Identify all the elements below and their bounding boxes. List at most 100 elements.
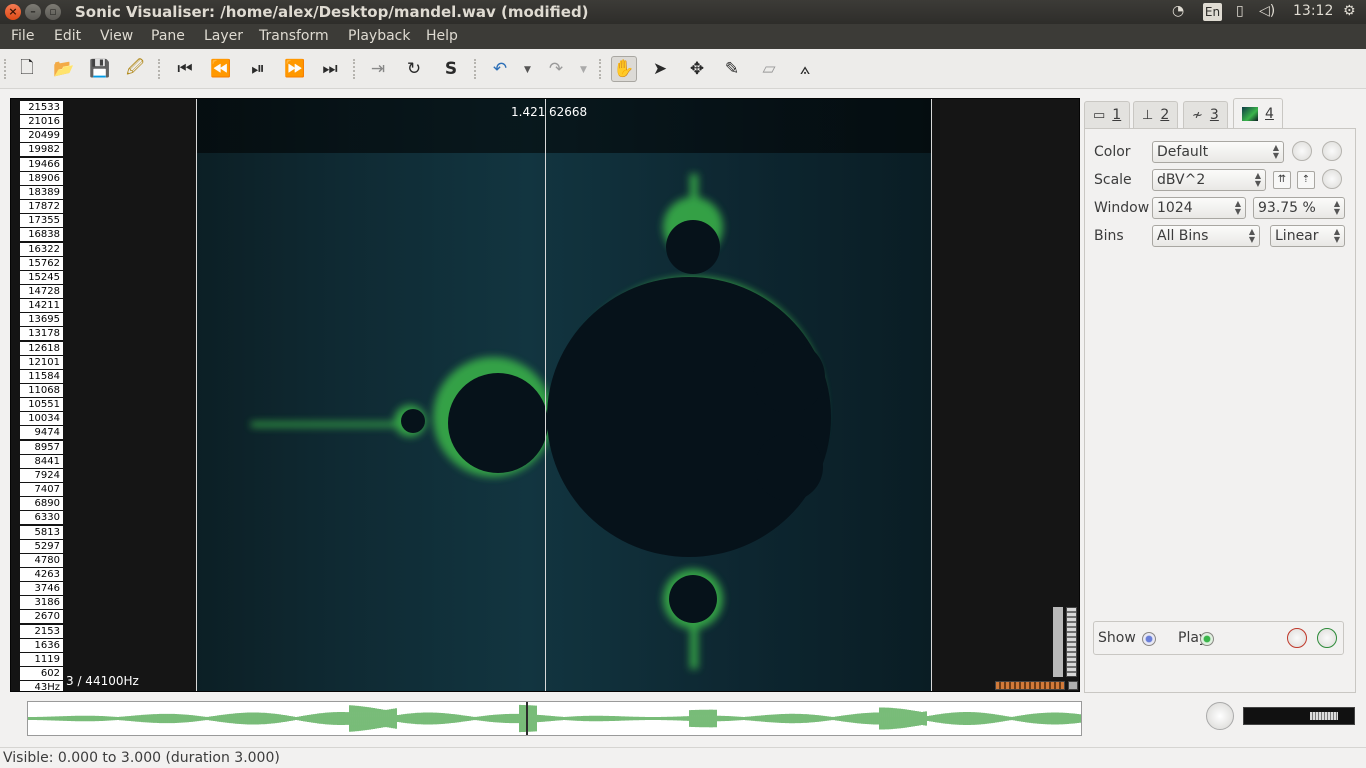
color-rotation-knob[interactable] bbox=[1292, 141, 1312, 161]
window-label: Window bbox=[1094, 200, 1150, 216]
frequency-scale-label: 43Hz bbox=[20, 681, 63, 691]
menu-layer[interactable]: Layer bbox=[204, 28, 243, 44]
pane-left-border bbox=[196, 99, 197, 691]
window-size-select[interactable]: 1024 ▲ ▼ bbox=[1152, 197, 1246, 219]
draw-tool-icon[interactable]: ✎ bbox=[719, 56, 745, 82]
navigate-tool-icon[interactable]: ✋ bbox=[611, 56, 637, 82]
erase-tool-icon[interactable]: ▱ bbox=[756, 56, 782, 82]
maximize-window-icon[interactable]: ▫ bbox=[45, 4, 61, 20]
frequency-scale-label: 2670 bbox=[20, 610, 63, 623]
frequency-scale-label: 16322 bbox=[20, 243, 63, 256]
toolbar-grip[interactable] bbox=[599, 59, 603, 79]
menu-edit[interactable]: Edit bbox=[54, 28, 81, 44]
menu-file[interactable]: File bbox=[11, 28, 34, 44]
gain-knob[interactable] bbox=[1322, 169, 1342, 189]
measure-tool-icon[interactable]: ⟑ bbox=[792, 56, 818, 82]
vertical-zoom-thumb[interactable] bbox=[1053, 607, 1063, 677]
play-pause-icon[interactable]: ⏯ bbox=[245, 56, 271, 82]
fast-forward-icon[interactable]: ⏩ bbox=[282, 56, 308, 82]
fast-forward-end-icon[interactable]: ⏭ bbox=[317, 56, 343, 82]
spectrogram-image[interactable] bbox=[196, 99, 932, 691]
constrain-playback-icon[interactable]: ⇥ bbox=[365, 56, 391, 82]
overview-waveform[interactable] bbox=[27, 701, 1082, 736]
menu-help[interactable]: Help bbox=[426, 28, 458, 44]
playback-pan-knob[interactable] bbox=[1317, 628, 1337, 648]
wifi-icon[interactable]: ◔ bbox=[1172, 3, 1184, 19]
redo-icon[interactable]: ↷ bbox=[543, 56, 569, 82]
mandelbrot-spectrogram bbox=[251, 174, 831, 669]
bins-select-value: All Bins bbox=[1157, 228, 1209, 244]
volume-icon[interactable]: ◁) bbox=[1259, 3, 1275, 19]
toolbar-grip[interactable] bbox=[474, 59, 478, 79]
spinner-arrows-icon: ▲ ▼ bbox=[1272, 143, 1279, 160]
window-size-value: 1024 bbox=[1157, 200, 1193, 216]
save-as-icon[interactable]: 🖉 bbox=[122, 56, 148, 82]
playhead-line[interactable] bbox=[545, 99, 546, 691]
master-gain-slider-thumb[interactable] bbox=[1310, 712, 1338, 720]
frequency-scale-label: 20499 bbox=[20, 129, 63, 142]
new-document-icon[interactable]: 🗋 bbox=[14, 56, 40, 82]
toolbar-grip[interactable] bbox=[4, 59, 8, 79]
undo-menu-chevron-down-icon[interactable]: ▼ bbox=[524, 65, 531, 75]
normalize-columns-icon[interactable]: ⇈ bbox=[1273, 171, 1291, 189]
bins-select[interactable]: All Bins ▲ ▼ bbox=[1152, 225, 1260, 247]
frequency-scale-label: 8441 bbox=[20, 455, 63, 468]
master-gain-slider[interactable] bbox=[1243, 707, 1355, 725]
frequency-scale-label: 7924 bbox=[20, 469, 63, 482]
frequency-scale-label: 14728 bbox=[20, 285, 63, 298]
zoom-reset-button[interactable] bbox=[1068, 681, 1078, 690]
menu-pane[interactable]: Pane bbox=[151, 28, 185, 44]
tab-3[interactable]: ≁ 3 bbox=[1183, 101, 1228, 128]
rewind-start-icon[interactable]: ⏮ bbox=[172, 56, 198, 82]
move-tool-icon[interactable]: ✥ bbox=[684, 56, 710, 82]
spectrogram-view[interactable]: 1.421 62668 3 / 44100Hz bbox=[63, 99, 1079, 691]
solo-icon[interactable]: S bbox=[438, 56, 464, 82]
vertical-zoom-wheel[interactable] bbox=[1066, 607, 1077, 677]
color-select[interactable]: Default ▲ ▼ bbox=[1152, 141, 1284, 163]
tab-2[interactable]: ⊥ 2 bbox=[1133, 101, 1179, 128]
menu-view[interactable]: View bbox=[100, 28, 133, 44]
rewind-icon[interactable]: ⏪ bbox=[208, 56, 234, 82]
toolbar-grip[interactable] bbox=[158, 59, 162, 79]
frequency-scale-label: 16838 bbox=[20, 228, 63, 241]
spinner-arrows-icon: ▲ ▼ bbox=[1254, 171, 1261, 188]
select-tool-icon[interactable]: ➤ bbox=[647, 56, 673, 82]
spinner-arrows-icon: ▲ ▼ bbox=[1333, 199, 1340, 216]
show-toggle[interactable] bbox=[1142, 632, 1156, 646]
toolbar-grip[interactable] bbox=[353, 59, 357, 79]
loop-icon[interactable]: ↻ bbox=[401, 56, 427, 82]
frequency-scale-label: 13178 bbox=[20, 327, 63, 340]
minimize-window-icon[interactable]: – bbox=[25, 4, 41, 20]
keyboard-language-indicator[interactable]: En bbox=[1203, 3, 1222, 21]
scale-select[interactable]: dBV^2 ▲ ▼ bbox=[1152, 169, 1266, 191]
menu-playback[interactable]: Playback bbox=[348, 28, 410, 44]
tab-4[interactable]: 4 bbox=[1233, 98, 1283, 128]
undo-icon[interactable]: ↶ bbox=[487, 56, 513, 82]
overview-playhead[interactable] bbox=[526, 702, 528, 735]
tab-label: 3 bbox=[1209, 107, 1219, 123]
color-threshold-knob[interactable] bbox=[1322, 141, 1342, 161]
frequency-scale-label: 7407 bbox=[20, 483, 63, 496]
open-folder-icon[interactable]: 📂 bbox=[51, 56, 77, 82]
close-window-icon[interactable]: × bbox=[5, 4, 21, 20]
frequency-scale-label: 6890 bbox=[20, 497, 63, 510]
frequency-scale-label: 14211 bbox=[20, 299, 63, 312]
frequency-scale-select[interactable]: Linear ▲ ▼ bbox=[1270, 225, 1345, 247]
tab-1[interactable]: ▭ 1 bbox=[1084, 101, 1131, 128]
redo-menu-chevron-down-icon[interactable]: ▼ bbox=[580, 65, 587, 75]
play-toggle[interactable] bbox=[1200, 632, 1214, 646]
spectrogram-pane[interactable]: 21533 21016 20499 19982 19466 18906 18389 17872… bbox=[10, 98, 1080, 692]
normalize-visible-icon[interactable]: ⇡ bbox=[1297, 171, 1315, 189]
horizontal-zoom-wheel[interactable] bbox=[995, 681, 1065, 690]
playback-speed-knob[interactable] bbox=[1206, 702, 1234, 730]
playback-gain-knob[interactable] bbox=[1287, 628, 1307, 648]
battery-icon[interactable]: ▯ bbox=[1236, 3, 1244, 19]
frequency-scale: 21533 21016 20499 19982 19466 18906 18389 17872… bbox=[11, 99, 63, 691]
power-gear-icon[interactable]: ⚙ bbox=[1343, 3, 1356, 19]
menu-transform[interactable]: Transform bbox=[259, 28, 329, 44]
window-overlap-select[interactable]: 93.75 % ▲ ▼ bbox=[1253, 197, 1345, 219]
sample-rate-label: 3 / 44100Hz bbox=[66, 674, 139, 688]
frequency-scale-label: 18389 bbox=[20, 186, 63, 199]
save-icon[interactable]: 💾 bbox=[87, 56, 113, 82]
clock[interactable]: 13:12 bbox=[1293, 3, 1333, 19]
